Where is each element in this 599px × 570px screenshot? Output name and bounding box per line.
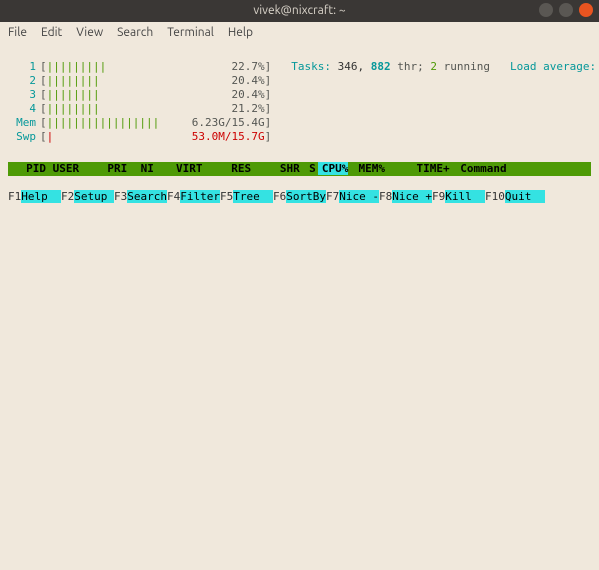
fkey-F8[interactable]: F8Nice + [379, 190, 432, 203]
meter-4: 4[||||||||21.2%] [8, 102, 271, 116]
menu-search[interactable]: Search [117, 26, 153, 40]
menu-view[interactable]: View [76, 26, 103, 40]
window-titlebar: vivek@nixcraft: ~ [0, 0, 599, 22]
fkey-F2[interactable]: F2Setup [61, 190, 114, 203]
meter-3: 3[||||||||20.4%] [8, 88, 271, 102]
window-title: vivek@nixcraft: ~ [253, 4, 345, 18]
fkey-F3[interactable]: F3Search [114, 190, 167, 203]
fkey-F1[interactable]: F1Help [8, 190, 61, 203]
fkey-F9[interactable]: F9Kill [432, 190, 485, 203]
fkey-F5[interactable]: F5Tree [220, 190, 273, 203]
close-icon[interactable] [579, 3, 593, 17]
menu-terminal[interactable]: Terminal [167, 26, 214, 40]
load-line: Load average: 1.18 1.20 1.11 [490, 60, 599, 74]
menu-help[interactable]: Help [228, 26, 253, 40]
fkey-F7[interactable]: F7Nice - [326, 190, 379, 203]
meter-1: 1[|||||||||22.7%] [8, 60, 271, 74]
menu-file[interactable]: File [8, 26, 27, 40]
fkey-F4[interactable]: F4Filter [167, 190, 220, 203]
menu-edit[interactable]: Edit [41, 26, 62, 40]
tasks-line: Tasks: 346, 882 thr; 2 running [271, 60, 490, 74]
process-row[interactable]: 1857 vivek 20 0 4411M 958M 146M S 18.6 6… [591, 162, 599, 176]
meter-2: 2[||||||||20.4%] [8, 74, 271, 88]
process-table-header[interactable]: PID USER PRI NI VIRT RES SHR SCPU% MEM% … [8, 162, 591, 176]
meter-Swp: Swp[|53.0M/15.7G] [8, 130, 271, 144]
meter-Mem: Mem[|||||||||||||||||6.23G/15.4G] [8, 116, 271, 130]
terminal-output: 1[|||||||||22.7%]2[||||||||20.4%]3[|||||… [0, 44, 599, 218]
menubar: File Edit View Search Terminal Help [0, 22, 599, 44]
minimize-icon[interactable] [539, 3, 553, 17]
fkey-F10[interactable]: F10Quit [485, 190, 545, 203]
fkey-F6[interactable]: F6SortBy [273, 190, 326, 203]
maximize-icon[interactable] [559, 3, 573, 17]
